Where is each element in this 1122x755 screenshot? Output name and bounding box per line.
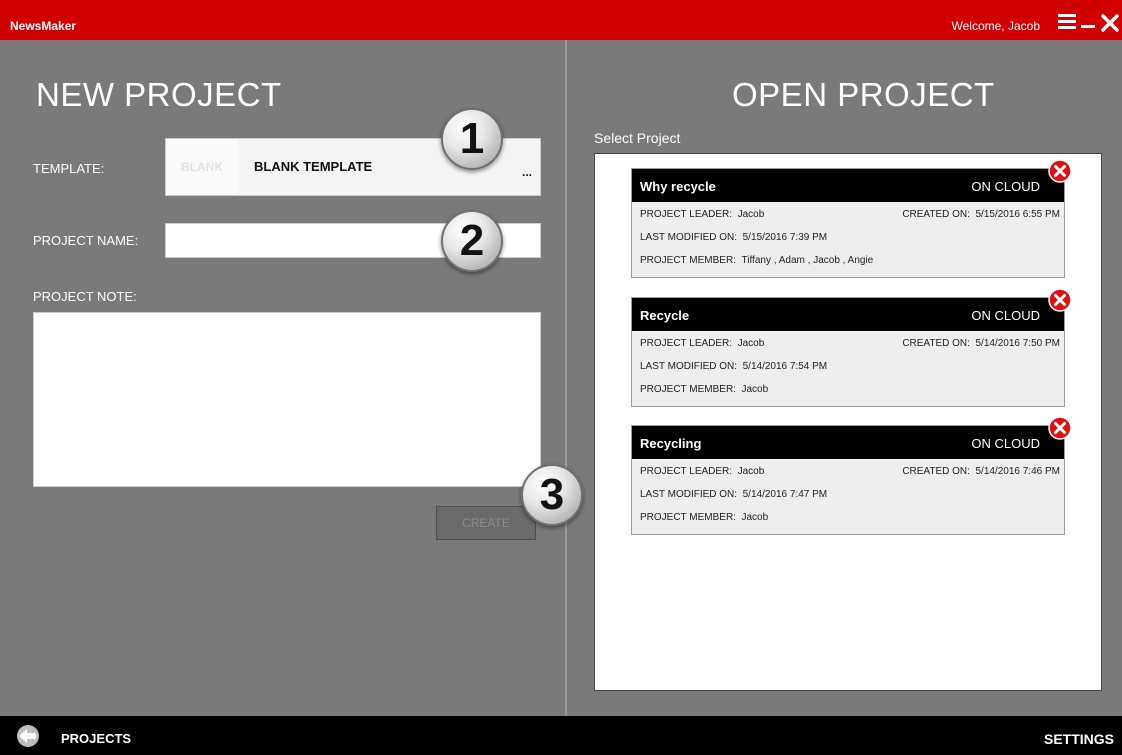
project-leader: Jacob <box>737 338 765 349</box>
project-card[interactable]: Why recycle ON CLOUD PROJECT LEADER: Jac… <box>631 159 1072 278</box>
step-badge-3: 3 <box>521 464 583 526</box>
delete-project-icon[interactable] <box>1048 416 1072 440</box>
leader-key: PROJECT LEADER: <box>640 209 733 220</box>
modified-key: LAST MODIFIED ON: <box>640 361 738 372</box>
project-status: ON CLOUD <box>971 436 1040 451</box>
step-badge-2: 2 <box>441 210 503 272</box>
template-thumbnail: BLANK <box>166 139 238 195</box>
open-project-title: OPEN PROJECT <box>732 76 995 113</box>
template-more-button[interactable]: ... <box>522 165 532 179</box>
project-leader: Jacob <box>737 209 765 220</box>
last-modified: 5/14/2016 7:54 PM <box>742 361 828 372</box>
new-project-panel: NEW PROJECT TEMPLATE: BLANK BLANK TEMPLA… <box>7 40 565 716</box>
minimize-icon[interactable] <box>1081 25 1095 28</box>
created-key: CREATED ON: <box>902 466 970 477</box>
modified-key: LAST MODIFIED ON: <box>640 232 738 243</box>
project-name: Recycle <box>640 308 690 323</box>
leader-key: PROJECT LEADER: <box>640 466 733 477</box>
step-badge-1: 1 <box>441 108 503 170</box>
settings-link[interactable]: SETTINGS <box>1044 731 1114 747</box>
members-key: PROJECT MEMBER: <box>640 512 736 523</box>
project-name-label: PROJECT NAME: <box>33 233 139 248</box>
project-card-header: Recycle ON CLOUD <box>632 298 1064 331</box>
title-bar: NewsMaker Welcome, Jacob <box>0 0 1122 40</box>
project-note-label: PROJECT NOTE: <box>33 289 137 304</box>
modified-key: LAST MODIFIED ON: <box>640 489 738 500</box>
select-project-label: Select Project <box>594 130 681 146</box>
project-list[interactable]: Why recycle ON CLOUD PROJECT LEADER: Jac… <box>594 153 1102 691</box>
members-key: PROJECT MEMBER: <box>640 255 736 266</box>
created-on: 5/14/2016 7:50 PM <box>975 338 1060 349</box>
bottom-bar: PROJECTS SETTINGS <box>0 716 1122 755</box>
created-on: 5/14/2016 7:46 PM <box>975 466 1060 477</box>
project-status: ON CLOUD <box>971 179 1040 194</box>
leader-key: PROJECT LEADER: <box>640 338 733 349</box>
project-name: Recycling <box>640 436 702 451</box>
created-key: CREATED ON: <box>902 338 970 349</box>
template-name: BLANK TEMPLATE <box>254 159 373 174</box>
project-card-header: Recycling ON CLOUD <box>632 426 1064 459</box>
project-card-header: Why recycle ON CLOUD <box>632 169 1064 202</box>
last-modified: 5/14/2016 7:47 PM <box>742 489 828 500</box>
created-on: 5/15/2016 6:55 PM <box>975 209 1060 220</box>
delete-project-icon[interactable] <box>1048 159 1072 183</box>
project-members: Tiffany , Adam , Jacob , Angie <box>741 255 874 266</box>
create-button[interactable]: CREATE <box>436 506 536 540</box>
back-arrow-icon[interactable] <box>15 724 41 748</box>
new-project-title: NEW PROJECT <box>36 76 282 113</box>
close-icon[interactable] <box>1101 14 1119 32</box>
project-card[interactable]: Recycle ON CLOUD PROJECT LEADER: Jacob C… <box>631 288 1072 407</box>
project-card[interactable]: Recycling ON CLOUD PROJECT LEADER: Jacob… <box>631 416 1072 535</box>
project-name: Why recycle <box>640 179 716 194</box>
project-status: ON CLOUD <box>971 308 1040 323</box>
app-name: NewsMaker <box>10 19 77 33</box>
template-label: TEMPLATE: <box>33 161 105 176</box>
project-members: Jacob <box>741 384 769 395</box>
project-members: Jacob <box>741 512 769 523</box>
welcome-text: Welcome, Jacob <box>951 19 1040 33</box>
delete-project-icon[interactable] <box>1048 288 1072 312</box>
last-modified: 5/15/2016 7:39 PM <box>742 232 828 243</box>
created-key: CREATED ON: <box>902 209 970 220</box>
project-note-input[interactable] <box>33 312 541 487</box>
hamburger-menu-icon[interactable] <box>1058 14 1076 30</box>
project-leader: Jacob <box>737 466 765 477</box>
projects-link[interactable]: PROJECTS <box>61 731 131 746</box>
open-project-panel: OPEN PROJECT Select Project Why recycle … <box>567 40 1122 716</box>
members-key: PROJECT MEMBER: <box>640 384 736 395</box>
